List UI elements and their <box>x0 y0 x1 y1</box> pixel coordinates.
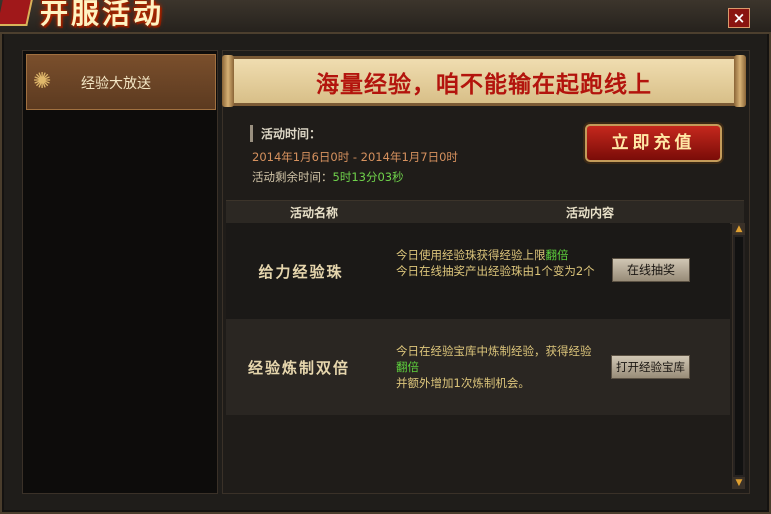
column-header-content: 活动内容 <box>566 206 615 220</box>
scroll-down-arrow-icon[interactable]: ▼ <box>733 477 745 489</box>
event-time-label: 活动时间： <box>250 125 321 142</box>
open-exp-vault-button[interactable]: 打开经验宝库 <box>611 355 690 379</box>
recharge-now-button[interactable]: 立即充值 <box>585 124 722 162</box>
scroll-up-arrow-icon[interactable]: ▲ <box>733 223 745 235</box>
desc-text: 今日使用经验珠获得经验上限 <box>396 248 546 262</box>
scroll-track[interactable] <box>735 237 743 475</box>
table-header: 活动名称 活动内容 <box>226 200 744 224</box>
desc-highlight: 翻倍 <box>396 360 419 374</box>
title-bar: 开服活动 × <box>0 0 771 34</box>
desc-text: 今日在线抽奖产出经验珠由1个变为2个 <box>396 264 595 278</box>
fireworks-icon: ✺ <box>33 69 52 94</box>
desc-text: 并额外增加1次炼制机会。 <box>396 376 530 390</box>
activity-description: 今日在经验宝库中炼制经验，获得经验 翻倍 并额外增加1次炼制机会。 <box>396 343 606 391</box>
scrollbar[interactable]: ▲ ▼ <box>732 223 745 489</box>
activity-name: 经验炼制双倍 <box>247 359 350 377</box>
column-header-name: 活动名称 <box>290 206 339 220</box>
event-remaining: 活动剩余时间：5时13分03秒 <box>252 169 404 185</box>
sidebar-item-exp-bonanza[interactable]: ✺ 经验大放送 <box>26 54 216 110</box>
remaining-value: 5时13分03秒 <box>332 170 404 184</box>
sidebar-item-label: 经验大放送 <box>81 76 151 92</box>
activity-description: 今日使用经验珠获得经验上限翻倍 今日在线抽奖产出经验珠由1个变为2个 <box>396 247 606 279</box>
desc-highlight: 翻倍 <box>545 248 569 262</box>
desc-text: 今日在经验宝库中炼制经验，获得经验 <box>396 344 592 358</box>
window-title: 开服活动 <box>40 0 165 30</box>
event-window: 开服活动 × ✺ 经验大放送 海量经验，咱不能输在起跑线上 活动时间： 2014… <box>0 0 771 514</box>
banner-slogan: 海量经验，咱不能输在起跑线上 <box>316 71 652 98</box>
remaining-label: 活动剩余时间： <box>252 170 333 184</box>
event-date-range: 2014年1月6日0时 - 2014年1月7日0时 <box>252 150 458 164</box>
close-button[interactable]: × <box>728 8 750 28</box>
online-lottery-button[interactable]: 在线抽奖 <box>612 258 690 282</box>
title-badge-icon <box>0 0 33 26</box>
table-row: 经验炼制双倍 今日在经验宝库中炼制经验，获得经验 翻倍 并额外增加1次炼制机会。… <box>226 319 730 415</box>
event-banner: 海量经验，咱不能输在起跑线上 <box>222 55 746 107</box>
sidebar: ✺ 经验大放送 <box>22 50 218 494</box>
activity-name: 给力经验珠 <box>258 263 344 281</box>
table-row: 给力经验珠 今日使用经验珠获得经验上限翻倍 今日在线抽奖产出经验珠由1个变为2个… <box>226 223 730 319</box>
